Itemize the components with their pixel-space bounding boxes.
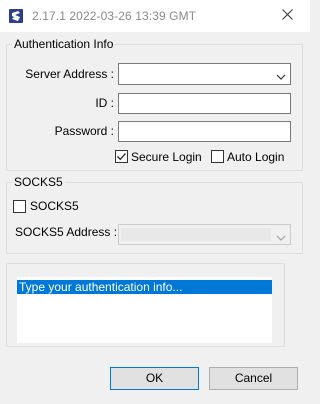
checkmark-icon [117, 153, 126, 161]
cancel-button[interactable]: Cancel [209, 367, 298, 390]
title-bar: 2.17.1 2022-03-26 13:39 GMT [0, 0, 310, 32]
close-button[interactable] [264, 0, 310, 32]
secure-login-label[interactable]: Secure Login [131, 150, 202, 164]
socks-group-title: SOCKS5 [12, 175, 65, 189]
close-icon [281, 9, 293, 23]
ok-button[interactable]: OK [110, 367, 199, 390]
password-label: Password : [54, 124, 114, 138]
auth-group-title: Authentication Info [12, 37, 116, 51]
auto-login-checkbox[interactable] [211, 150, 224, 163]
auto-login-label[interactable]: Auto Login [227, 150, 284, 164]
info-message: Type your authentication info... [17, 280, 272, 294]
id-input[interactable] [118, 93, 291, 114]
window-title: 2.17.1 2022-03-26 13:39 GMT [32, 9, 197, 23]
chevron-down-icon [276, 231, 286, 245]
info-listbox[interactable]: Type your authentication info... [17, 277, 272, 343]
socks5-address-label: SOCKS5 Address : [15, 225, 118, 239]
server-address-combobox[interactable] [118, 63, 291, 85]
socks5-address-combobox[interactable] [118, 224, 291, 245]
password-input[interactable] [118, 121, 291, 142]
app-logo-icon [9, 9, 23, 23]
id-label: ID : [95, 96, 114, 110]
server-address-label: Server Address : [25, 67, 114, 81]
secure-login-checkbox[interactable] [115, 150, 128, 163]
chevron-down-icon [276, 70, 286, 84]
socks5-checkbox[interactable] [13, 200, 26, 213]
socks5-checkbox-label[interactable]: SOCKS5 [30, 199, 79, 213]
disabled-fill [121, 228, 271, 241]
